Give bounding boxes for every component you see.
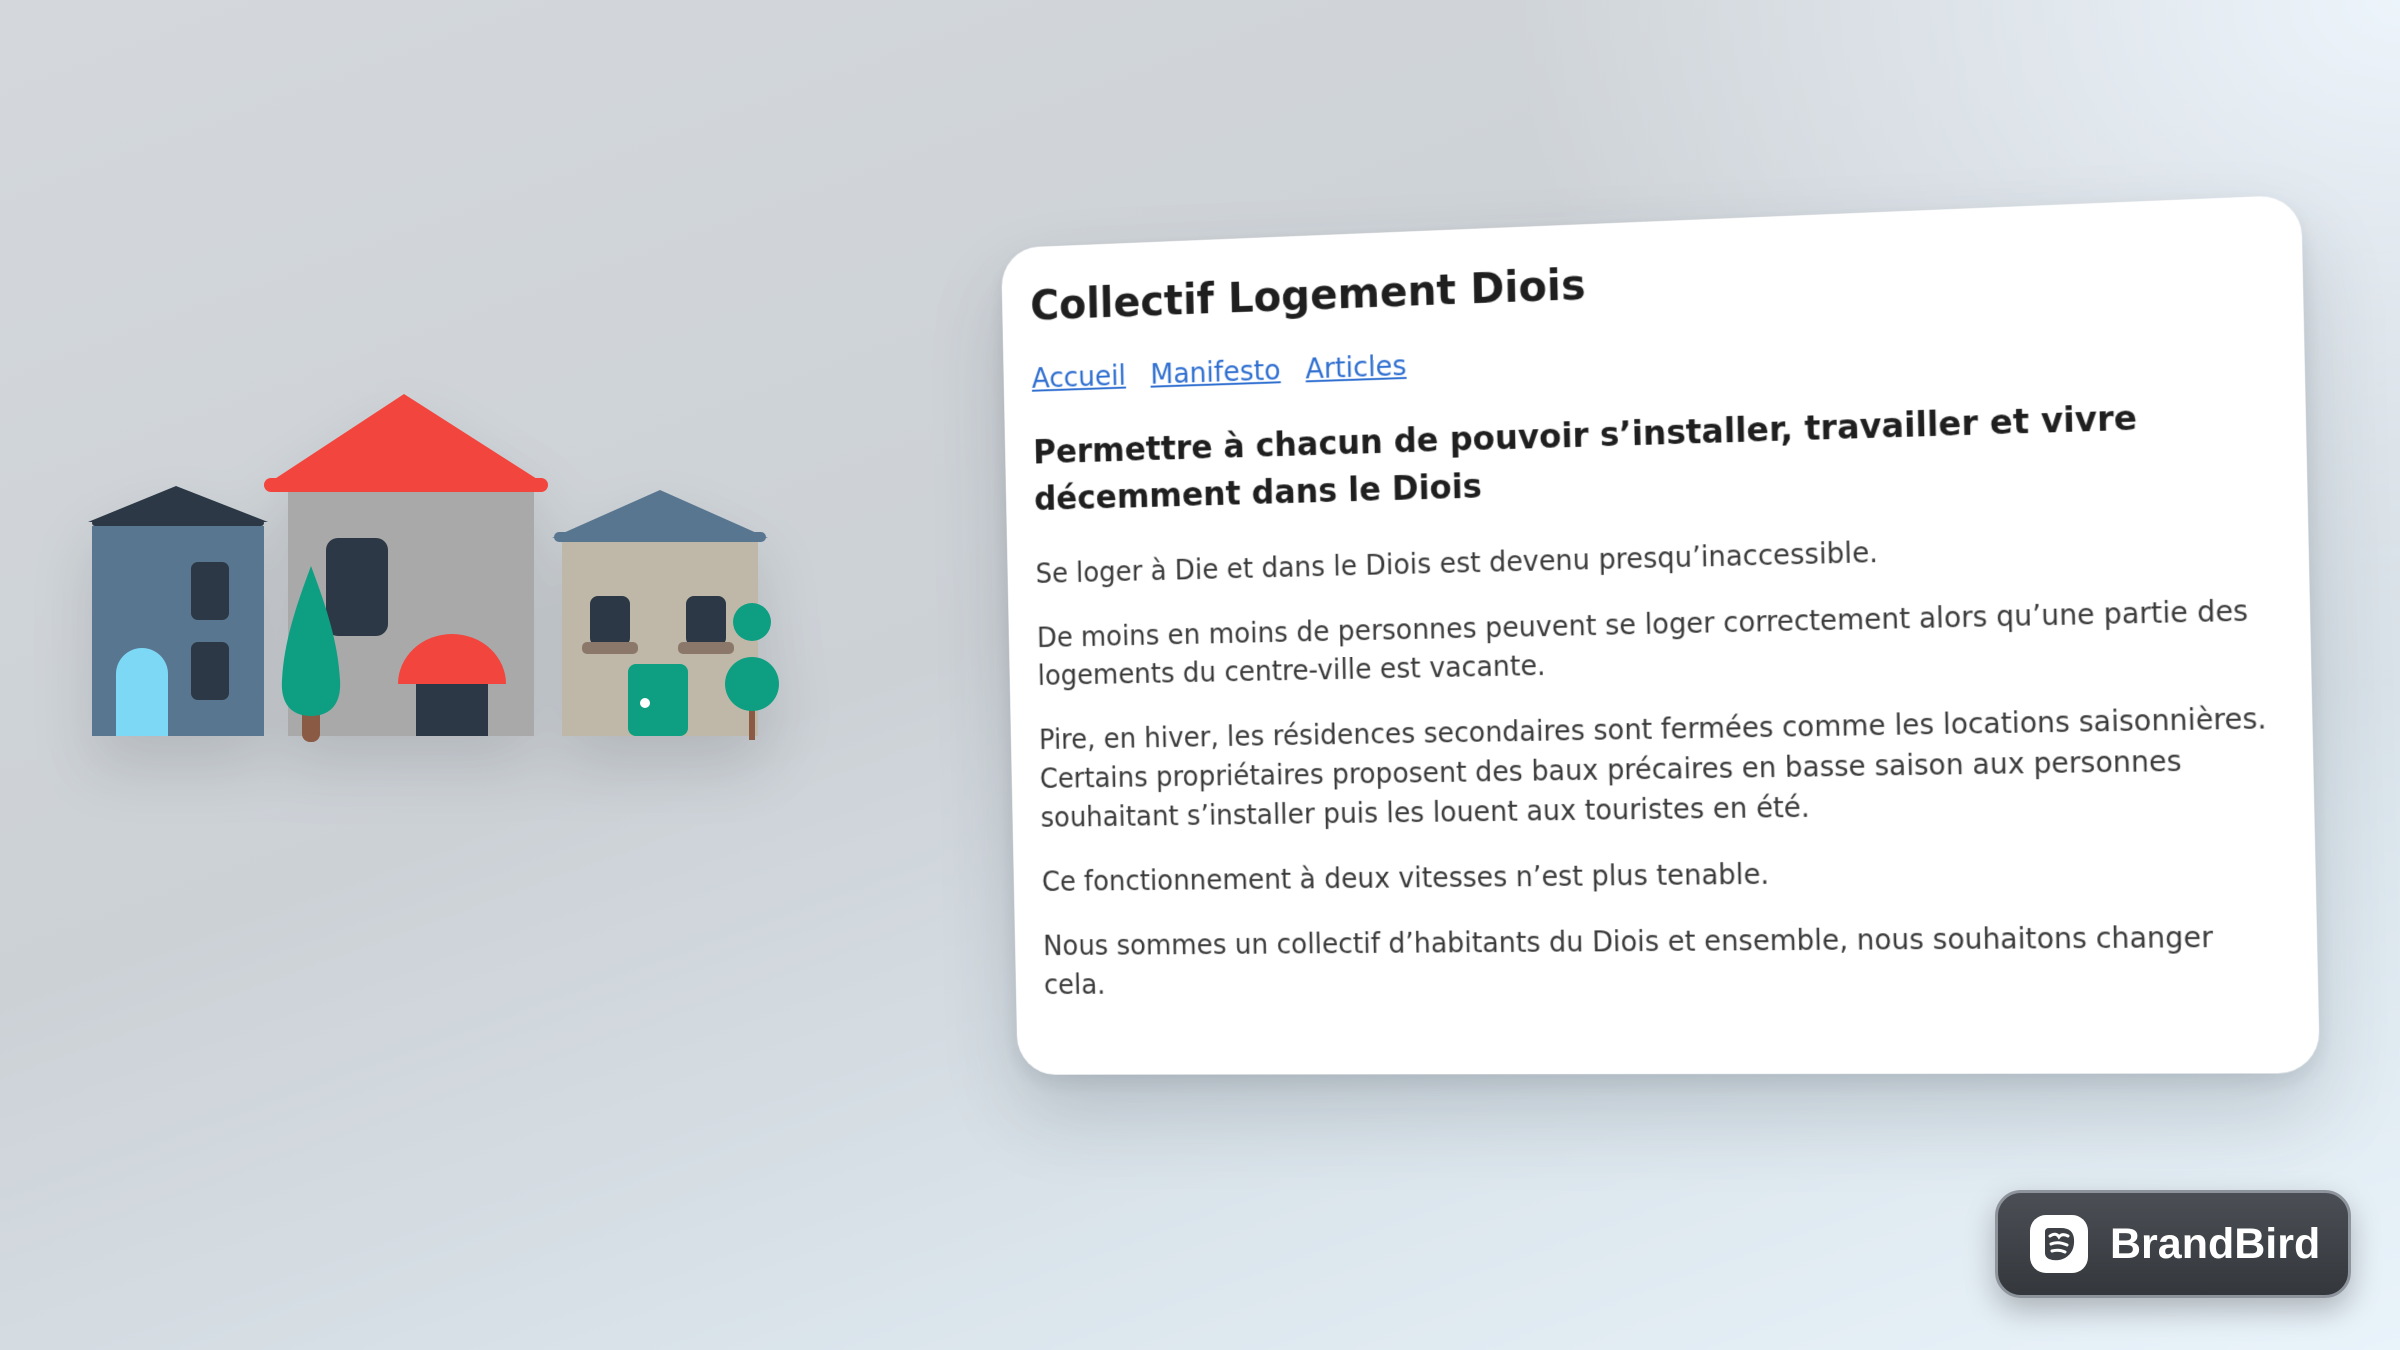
blue-house [88,486,268,736]
paragraph: Se loger à Die et dans le Diois est deve… [1035,523,2271,594]
houses-illustration [60,370,820,850]
brandbird-label: BrandBird [2110,1220,2320,1269]
page-heading: Permettre à chacun de pouvoir s’installe… [1033,390,2270,523]
nav-link-accueil[interactable]: Accueil [1031,359,1126,394]
website-card-wrapper: Collectif Logement Diois Accueil Manifes… [1001,195,2320,1075]
paragraph: Nous sommes un collectif d’habitants du … [1043,918,2281,1006]
brandbird-logo-icon [2030,1215,2088,1273]
paragraph: De moins en moins de personnes peuvent s… [1037,591,2274,697]
nav-link-articles[interactable]: Articles [1305,349,1407,385]
paragraph: Pire, en hiver, les résidences secondair… [1039,700,2277,839]
site-nav: Accueil Manifesto Articles [1031,319,2266,395]
paragraph: Ce fonctionnement à deux vitesses n’est … [1042,850,2279,903]
website-card: Collectif Logement Diois Accueil Manifes… [1001,195,2320,1075]
nav-link-manifesto[interactable]: Manifesto [1150,354,1281,391]
brandbird-badge[interactable]: BrandBird [1995,1190,2351,1298]
site-title: Collectif Logement Diois [1030,233,2265,329]
